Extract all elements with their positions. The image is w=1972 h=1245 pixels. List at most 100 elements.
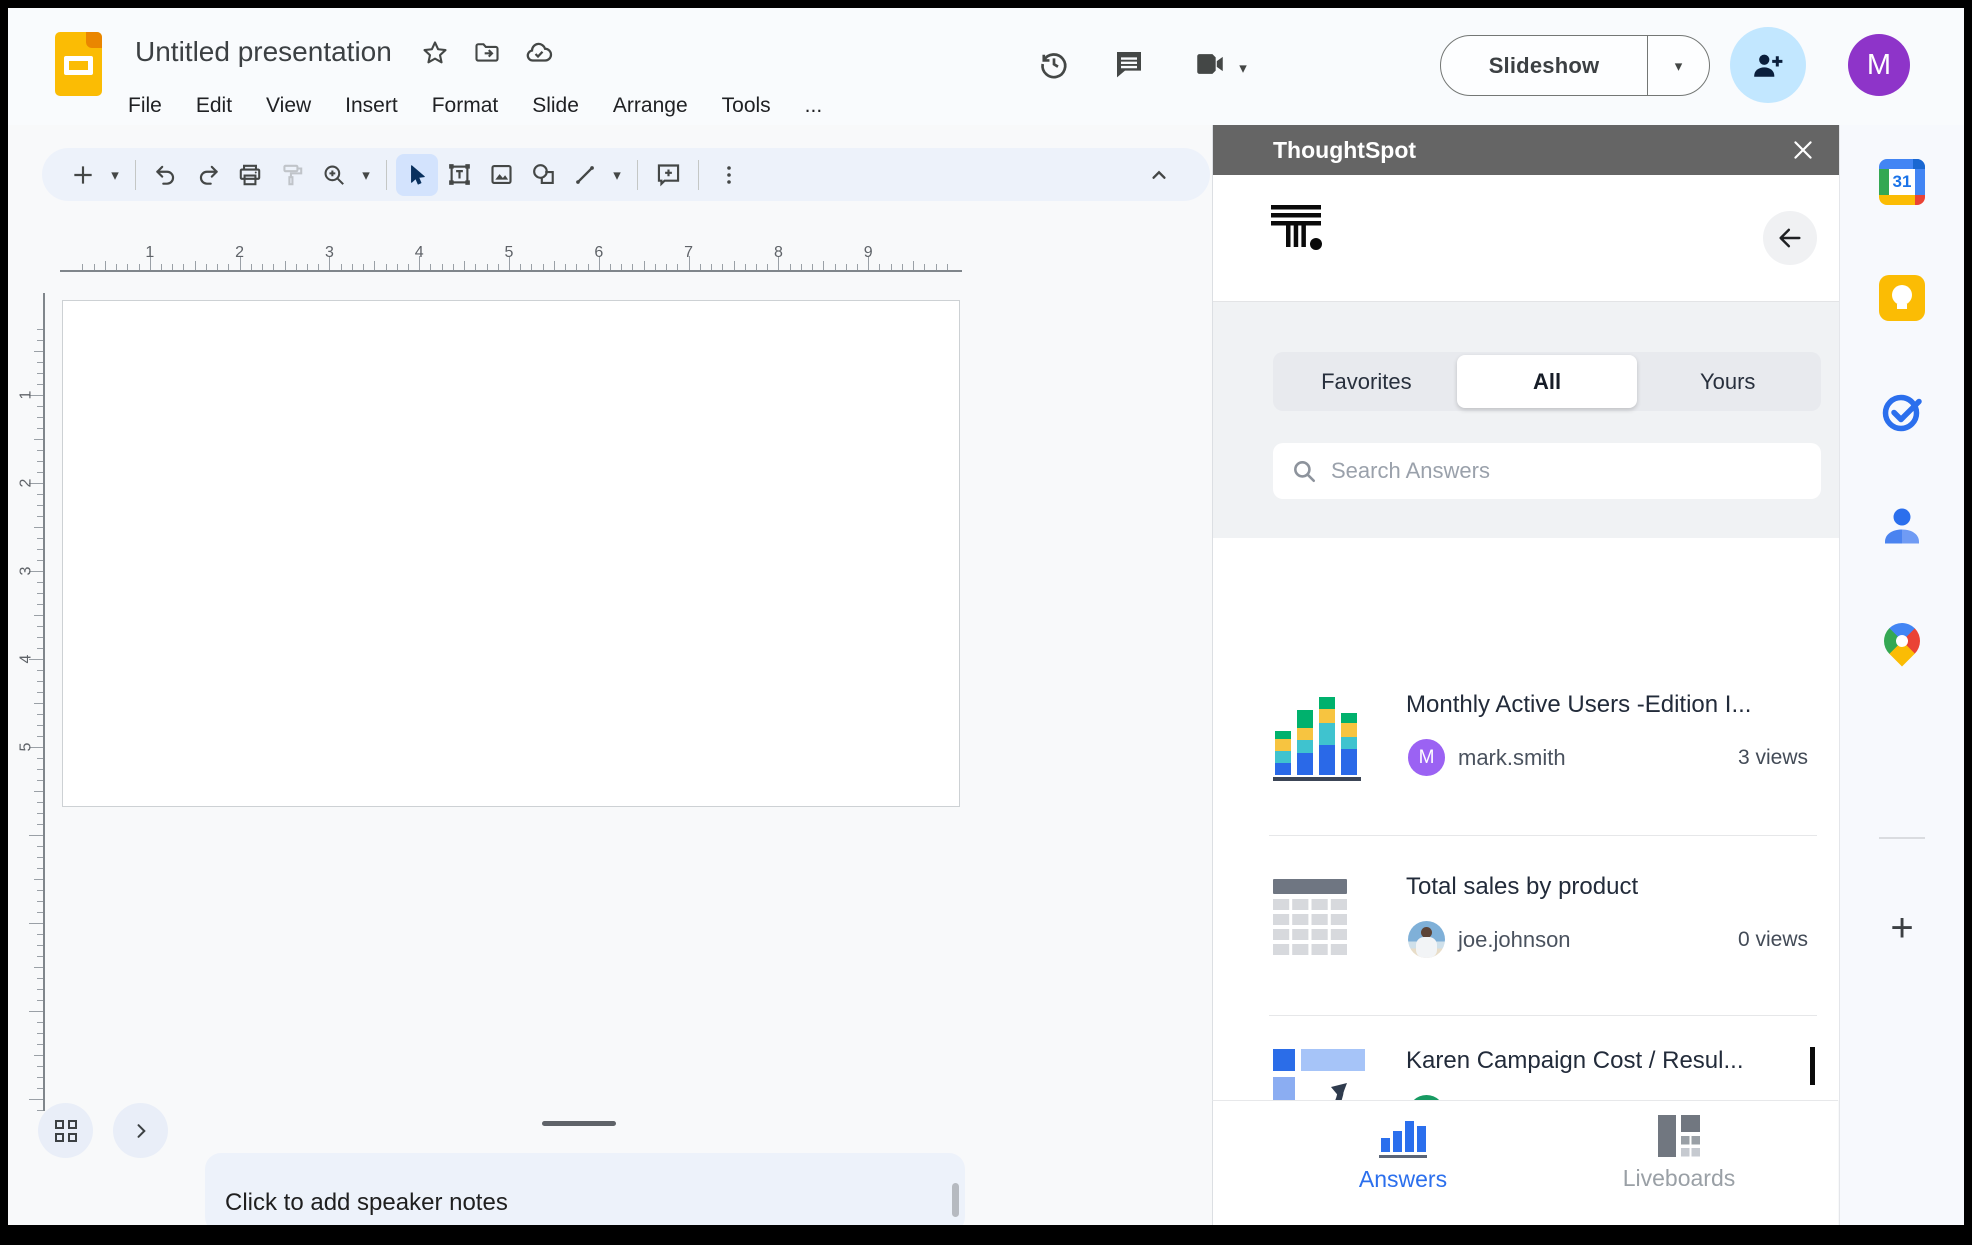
slideshow-label: Slideshow: [1488, 52, 1600, 78]
paint-format-button[interactable]: [271, 154, 313, 196]
account-avatar[interactable]: M: [1848, 34, 1910, 96]
google-contacts-icon[interactable]: [1879, 503, 1925, 549]
logo-slide-rect: [64, 56, 93, 75]
menu-file[interactable]: File: [118, 90, 172, 122]
menu-bar: File Edit View Insert Format Slide Arran…: [118, 90, 832, 122]
panel-close-button[interactable]: [1789, 136, 1817, 164]
line-tool-caret[interactable]: ▾: [606, 154, 628, 196]
panel-back-button[interactable]: [1763, 211, 1817, 265]
ruler-number: 7: [684, 244, 694, 261]
speaker-notes-area[interactable]: Click to add speaker notes: [205, 1153, 965, 1225]
table-icon: [1273, 879, 1369, 975]
menu-tools[interactable]: Tools: [712, 90, 781, 122]
panel-bottom-tabbar: Answers Liveboards: [1212, 1100, 1838, 1225]
meet-camera-icon[interactable]: [1186, 40, 1234, 88]
move-to-folder-icon[interactable]: [472, 38, 502, 68]
zoom-caret[interactable]: ▾: [355, 154, 377, 196]
zoom-button[interactable]: [313, 154, 355, 196]
answers-list: Monthly Active Users -Edition I... M mar…: [1213, 538, 1839, 1100]
new-slide-caret[interactable]: ▾: [104, 154, 126, 196]
main-toolbar: ▾ ▾ ▾: [42, 148, 1210, 201]
panel-filter-section: Favorites All Yours Search Answers: [1213, 302, 1839, 538]
get-add-ons-button[interactable]: +: [1879, 905, 1925, 951]
thoughtspot-logo-icon: [1271, 205, 1327, 251]
answer-title[interactable]: Monthly Active Users -Edition I...: [1406, 691, 1808, 719]
answers-tab[interactable]: Answers: [1303, 1115, 1503, 1193]
menu-view[interactable]: View: [256, 90, 321, 122]
ruler-number: 1: [17, 390, 35, 400]
ruler-number: 3: [17, 566, 35, 576]
version-history-icon[interactable]: [1030, 40, 1078, 88]
star-icon[interactable]: [420, 38, 450, 68]
google-slides-logo-icon[interactable]: [55, 32, 102, 96]
redo-button[interactable]: [187, 154, 229, 196]
ruler-number: 3: [324, 244, 334, 261]
ruler-number: 5: [17, 742, 35, 752]
menu-insert[interactable]: Insert: [335, 90, 408, 122]
vertical-ruler[interactable]: 1 2 3 4 5: [17, 293, 45, 1111]
search-input[interactable]: Search Answers: [1273, 443, 1821, 499]
notes-scrollbar[interactable]: [952, 1183, 959, 1217]
notes-resize-handle[interactable]: [542, 1121, 616, 1126]
answer-list-item[interactable]: Total sales by product joe.johnson 0 vie…: [1265, 873, 1821, 1023]
slideshow-options-caret[interactable]: ▾: [1647, 36, 1709, 95]
answer-title[interactable]: Total sales by product: [1406, 873, 1808, 901]
insert-image-tool[interactable]: [480, 154, 522, 196]
insert-line-tool[interactable]: [564, 154, 606, 196]
menu-format[interactable]: Format: [422, 90, 509, 122]
liveboards-tab[interactable]: Liveboards: [1579, 1115, 1779, 1192]
share-button[interactable]: [1730, 27, 1806, 103]
slide-canvas[interactable]: [62, 300, 960, 807]
arrow-left-icon: [1779, 228, 1801, 248]
answer-list-item[interactable]: Karen Campaign Cost / Resul... K karen.c…: [1265, 1047, 1821, 1100]
ruler-number: 5: [504, 244, 514, 261]
ruler-number: 6: [594, 244, 604, 261]
close-icon: [1794, 141, 1812, 159]
print-button[interactable]: [229, 154, 271, 196]
google-maps-icon[interactable]: [1876, 615, 1928, 667]
tab-yours[interactable]: Yours: [1637, 355, 1818, 408]
toolbar-divider: [386, 159, 387, 190]
grid-view-button[interactable]: [38, 1103, 93, 1158]
tab-all[interactable]: All: [1456, 355, 1638, 408]
answer-list-item[interactable]: Monthly Active Users -Edition I... M mar…: [1265, 691, 1821, 841]
speaker-notes-placeholder[interactable]: Click to add speaker notes: [225, 1189, 508, 1217]
google-slides-window: Untitled presentation File Edit View Ins…: [8, 8, 1964, 1225]
google-calendar-icon[interactable]: 31: [1879, 159, 1925, 205]
more-options-button[interactable]: [708, 154, 750, 196]
ruler-number: 4: [414, 244, 424, 261]
owner-avatar-photo: [1408, 921, 1445, 958]
answer-title[interactable]: Karen Campaign Cost / Resul...: [1406, 1047, 1796, 1075]
new-slide-button[interactable]: [62, 154, 104, 196]
hide-menus-chevron[interactable]: [1138, 154, 1180, 196]
liveboards-grid-icon: [1658, 1115, 1700, 1157]
views-count: 3 views: [1737, 746, 1808, 769]
top-bar: Untitled presentation File Edit View Ins…: [8, 8, 1964, 125]
add-comment-tool[interactable]: [647, 154, 689, 196]
select-tool-button[interactable]: [396, 153, 438, 196]
search-placeholder: Search Answers: [1331, 458, 1490, 483]
views-count: 0 views: [1737, 928, 1808, 951]
document-title[interactable]: Untitled presentation: [135, 36, 392, 68]
slideshow-button[interactable]: Slideshow ▾: [1440, 35, 1710, 96]
cloud-saved-icon[interactable]: [524, 38, 554, 68]
toolbar-divider: [135, 159, 136, 190]
menu-slide[interactable]: Slide: [522, 90, 589, 122]
insert-shape-tool[interactable]: [522, 154, 564, 196]
comments-icon[interactable]: [1105, 40, 1153, 88]
toolbar-divider: [637, 159, 638, 190]
ruler-number: 9: [863, 244, 873, 261]
text-box-tool[interactable]: [438, 154, 480, 196]
expand-filmstrip-button[interactable]: [113, 1103, 168, 1158]
google-keep-icon[interactable]: [1879, 275, 1925, 321]
tab-favorites[interactable]: Favorites: [1276, 355, 1457, 408]
answers-bar-chart-icon: [1379, 1121, 1427, 1158]
google-tasks-icon[interactable]: [1879, 389, 1925, 435]
menu-arrange[interactable]: Arrange: [603, 90, 698, 122]
menu-edit[interactable]: Edit: [186, 90, 242, 122]
grid-view-icon: [54, 1119, 77, 1142]
horizontal-ruler[interactable]: 1 2 3 4 5 6 7 8 9: [60, 244, 962, 272]
menu-overflow[interactable]: ...: [795, 90, 833, 122]
camera-dropdown-caret[interactable]: ▾: [1230, 44, 1256, 92]
undo-button[interactable]: [145, 154, 187, 196]
